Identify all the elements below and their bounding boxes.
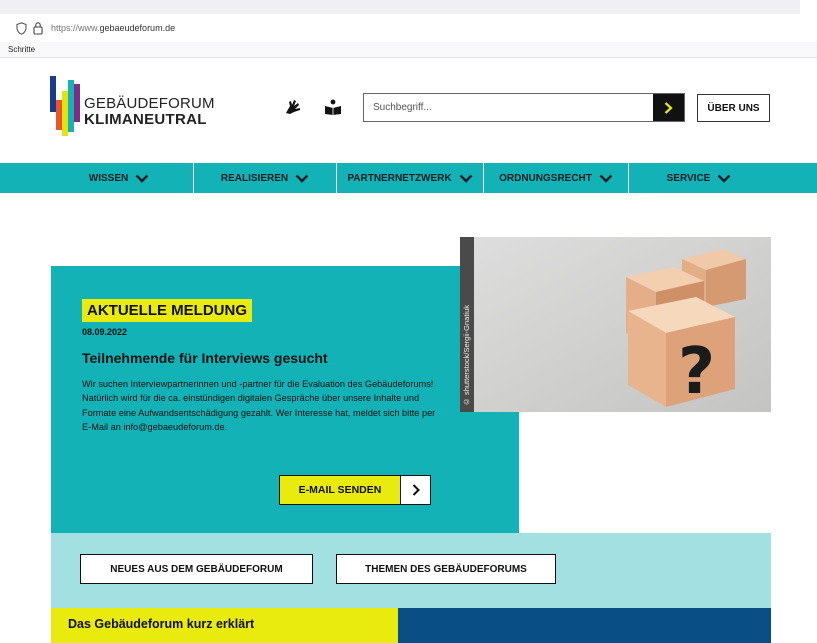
nav-label: REALISIEREN <box>220 172 289 184</box>
chevron-down-icon <box>295 174 309 183</box>
search-box <box>363 93 685 122</box>
chevron-down-icon <box>718 174 731 183</box>
lock-icon[interactable] <box>33 21 43 35</box>
search-submit-icon <box>664 101 673 114</box>
bookmark-item[interactable]: Schritte <box>8 45 35 54</box>
forum-explained-title: Das Gebäudeforum kurz erklärt <box>68 617 255 631</box>
nav-item-service[interactable]: SERVICE <box>629 163 769 193</box>
blue-teaser-panel <box>398 608 771 643</box>
address-bar[interactable]: https://www.gebaeudeforum.de <box>0 16 817 42</box>
forum-explained-panel[interactable]: Das Gebäudeforum kurz erklärt <box>51 608 398 643</box>
send-email-label: E-MAIL SENDEN <box>298 484 382 496</box>
browser-tab-strip <box>0 0 800 14</box>
search-input[interactable] <box>364 94 654 121</box>
photo-illustration: ? <box>460 237 771 412</box>
nav-item-realisieren[interactable]: REALISIEREN <box>194 163 337 193</box>
about-us-button[interactable]: ÜBER UNS <box>697 94 770 122</box>
easy-read-icon[interactable] <box>324 99 342 115</box>
url-domain: gebaeudeforum.de <box>99 23 176 33</box>
svg-text:?: ? <box>678 335 715 409</box>
nav-label: WISSEN <box>88 172 129 184</box>
sign-language-icon[interactable] <box>284 99 302 115</box>
news-title[interactable]: Teilnehmende für Interviews gesucht <box>82 350 328 366</box>
chevron-right-icon <box>400 476 430 504</box>
logo-line1: GEBÄUDEFORUM <box>84 95 215 112</box>
nav-item-partnernetzwerk[interactable]: PARTNERNETZWERK <box>337 163 484 193</box>
bookmarks-bar: Schritte <box>0 42 817 58</box>
chevron-down-icon <box>459 174 472 183</box>
question-cubes-photo: ? <box>460 237 771 412</box>
main-navigation: WISSEN REALISIEREN PARTNERNETZWERK ORDNU… <box>0 163 817 193</box>
url-text[interactable]: https://www.gebaeudeforum.de <box>51 23 175 33</box>
tracking-shield-icon[interactable] <box>16 22 27 35</box>
send-email-button[interactable]: E-MAIL SENDEN <box>279 475 431 505</box>
nav-label: SERVICE <box>666 172 711 184</box>
nav-item-ordnungsrecht[interactable]: ORDNUNGSRECHT <box>484 163 629 193</box>
photo-credit-text: © shutterstock/Sergii-Gnatiuk <box>462 304 471 406</box>
chevron-down-icon <box>135 174 149 183</box>
news-from-forum-button[interactable]: NEUES AUS DEM GEBÄUDEFORUM <box>80 554 313 584</box>
news-label-badge: AKTUELLE MELDUNG <box>82 299 252 322</box>
site-logo[interactable]: GEBÄUDEFORUM KLIMANEUTRAL <box>50 76 215 136</box>
url-prefix: https://www. <box>51 23 100 33</box>
news-body-text: Wir suchen Interviewpartnerinnen und -pa… <box>82 379 436 432</box>
search-submit-button[interactable] <box>653 94 684 121</box>
nav-label: PARTNERNETZWERK <box>347 172 452 184</box>
news-date: 08.09.2022 <box>82 327 128 337</box>
chevron-down-icon <box>599 174 613 183</box>
forum-topics-button[interactable]: THEMEN DES GEBÄUDEFORUMS <box>336 554 556 584</box>
nav-label: ORDNUNGSRECHT <box>499 172 592 184</box>
logo-line2: KLIMANEUTRAL <box>84 111 207 128</box>
photo-credit: © shutterstock/Sergii-Gnatiuk <box>460 237 474 412</box>
nav-item-wissen[interactable]: WISSEN <box>45 163 194 193</box>
logo-bar <box>74 84 80 122</box>
